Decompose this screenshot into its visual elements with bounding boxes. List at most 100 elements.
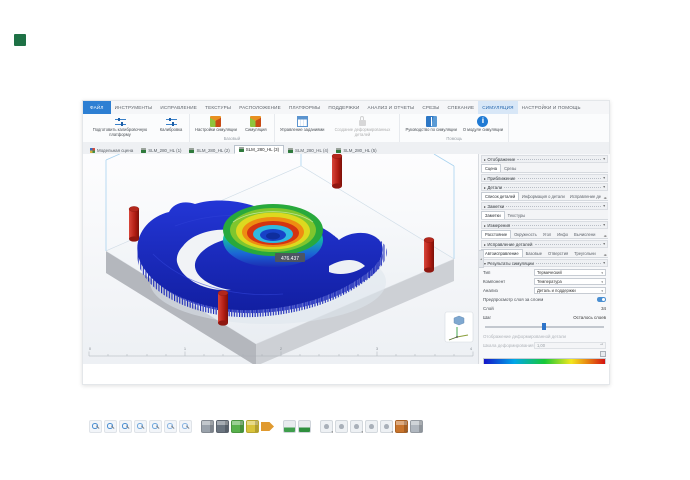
chevron-down-icon[interactable]: ▾ bbox=[603, 223, 605, 227]
panel-tab[interactable]: Окружность bbox=[511, 231, 540, 238]
simulation-guide-button[interactable]: Руководство по симуляции bbox=[402, 115, 459, 136]
orientation-triad[interactable] bbox=[444, 311, 474, 343]
tag-icon[interactable] bbox=[261, 421, 274, 432]
panel-tab[interactable]: Заметки bbox=[481, 211, 505, 219]
toolbar-gap[interactable] bbox=[194, 420, 199, 433]
analysis-select[interactable]: Деталь и поддержки ▾ bbox=[534, 287, 606, 295]
scene-tab[interactable]: SLM_280_HL (5) bbox=[332, 147, 380, 154]
ribbon-tab[interactable]: АНАЛИЗ И ОТЧЕТЫ bbox=[363, 101, 418, 114]
compensation-icon[interactable] bbox=[410, 420, 423, 433]
panel-tab[interactable]: Список деталей bbox=[481, 192, 519, 200]
create-deformed-parts-button[interactable]: Создание деформированных деталей bbox=[327, 115, 397, 137]
marking-yellow-icon[interactable] bbox=[246, 420, 259, 433]
scene-tab[interactable]: SLM_280_HL (4) bbox=[284, 147, 332, 154]
ribbon-tab[interactable]: ФАЙЛ bbox=[83, 101, 111, 114]
ribbon-tab[interactable]: ИСПРАВЛЕНИЕ bbox=[156, 101, 201, 114]
part-rotate-icon[interactable] bbox=[365, 420, 378, 433]
part-orientation-icon[interactable] bbox=[335, 420, 348, 433]
ribbon-tab[interactable]: НАСТРОЙКИ И ПОМОЩЬ bbox=[518, 101, 585, 114]
chevron-down-icon[interactable]: ▾ bbox=[603, 261, 605, 265]
section-notes[interactable]: Заметки ▾ bbox=[481, 202, 608, 210]
panel-tab[interactable]: Информация о детали bbox=[519, 193, 567, 200]
ribbon-tab[interactable]: ИНСТРУМЕНТЫ bbox=[111, 101, 157, 114]
spinner-arrows-icon[interactable]: ▴▾ bbox=[600, 343, 603, 346]
panel-tab[interactable]: Расстояние bbox=[481, 230, 512, 238]
zoom-in-icon[interactable] bbox=[104, 420, 117, 433]
panel-tab[interactable]: Инфо bbox=[554, 231, 571, 238]
section-display[interactable]: Отображение ▾ bbox=[481, 155, 608, 163]
zoom-window-icon[interactable] bbox=[134, 420, 147, 433]
slice-preview-icon[interactable] bbox=[395, 420, 408, 433]
ribbon-tab[interactable]: ПЛАТФОРМЫ bbox=[285, 101, 324, 114]
part-scale-icon[interactable] bbox=[380, 420, 393, 433]
ribbon-tab[interactable]: СРЕЗЫ bbox=[418, 101, 443, 114]
part-translate-icon[interactable] bbox=[350, 420, 363, 433]
panel-tab[interactable]: Сцена bbox=[481, 164, 502, 172]
part-list-icon[interactable] bbox=[320, 420, 333, 433]
section-fix[interactable]: Исправление деталей ▾ bbox=[481, 240, 608, 248]
deformation-scale-input[interactable]: 1,00 ▴▾ bbox=[534, 341, 606, 349]
section-simulation-results[interactable]: Результаты симуляции ▾ bbox=[481, 259, 608, 267]
panel-collapse-handle[interactable]: ◂ bbox=[479, 250, 484, 268]
chevron-down-icon[interactable]: ▾ bbox=[603, 176, 605, 180]
panel-tab[interactable]: Базовые bbox=[523, 250, 545, 257]
toolbar-gap[interactable] bbox=[313, 420, 318, 433]
job-management-button[interactable]: Управление заданиями bbox=[277, 115, 328, 137]
prepare-calibration-platform-button[interactable]: Подготовить калибровочную платформу bbox=[85, 115, 155, 137]
panel-tab[interactable]: Отверстия bbox=[545, 250, 571, 257]
legend-options-icon[interactable] bbox=[600, 351, 606, 358]
marking-green-icon[interactable] bbox=[231, 420, 244, 433]
layer-slider[interactable] bbox=[485, 323, 604, 331]
panel-tab[interactable]: Угол bbox=[540, 231, 554, 238]
pan-icon[interactable] bbox=[164, 420, 177, 433]
section-zoom[interactable]: Приближение ▾ bbox=[481, 174, 608, 182]
chevron-down-icon[interactable]: ▾ bbox=[603, 204, 605, 208]
layer-slider-handle[interactable] bbox=[542, 323, 547, 331]
ribbon-tab[interactable]: СПЕКАНИЕ bbox=[444, 101, 479, 114]
tab-scroll-arrows[interactable]: ◂▸ bbox=[604, 234, 608, 238]
rotate-view-icon[interactable] bbox=[179, 420, 192, 433]
view-cube-icon[interactable] bbox=[201, 420, 214, 433]
ribbon-tab[interactable]: РАСПОЛОЖЕНИЕ bbox=[235, 101, 285, 114]
panel-tab[interactable]: Автоисправление bbox=[481, 249, 523, 257]
layer-value[interactable]: 34 bbox=[601, 306, 606, 311]
viewport[interactable]: 476.437 0 1 2 3 4 bbox=[83, 154, 478, 364]
ribbon-tab[interactable]: СИМУЛЯЦИЯ bbox=[478, 101, 518, 114]
scene-tab-icon bbox=[141, 148, 147, 153]
scene-tab[interactable]: Модельная сцена bbox=[86, 147, 137, 154]
chevron-down-icon[interactable]: ▾ bbox=[603, 242, 605, 246]
section-measurements[interactable]: Измерения ▾ bbox=[481, 221, 608, 229]
tab-scroll-arrows[interactable]: ◂▸ bbox=[604, 196, 608, 200]
section-parts[interactable]: Детали ▾ bbox=[481, 183, 608, 191]
panel-tab[interactable]: Вычислени bbox=[571, 231, 598, 238]
viewport-canvas[interactable]: 476.437 0 1 2 3 4 bbox=[83, 154, 478, 364]
scene-tab[interactable]: SLM_280_HL (3) bbox=[233, 145, 285, 154]
chevron-down-icon[interactable]: ▾ bbox=[603, 157, 605, 161]
type-select[interactable]: Термический ▾ bbox=[534, 269, 606, 277]
panel-tab[interactable]: Треугольни bbox=[571, 250, 598, 257]
panel-tab[interactable]: Исправление де bbox=[567, 193, 604, 200]
simulation-button[interactable]: Симуляция bbox=[240, 115, 272, 136]
simulation-settings-button[interactable]: Настройки симуляции bbox=[192, 115, 240, 136]
layer-preview-toggle[interactable] bbox=[597, 297, 606, 302]
scene-tab[interactable]: SLM_280_HL (1) bbox=[137, 147, 185, 154]
platform-scene-icon[interactable] bbox=[283, 420, 296, 433]
ribbon-tab[interactable]: ПОДДЕРЖКИ bbox=[324, 101, 363, 114]
toolbar-gap[interactable] bbox=[276, 420, 281, 433]
parts-tabs: ◂▸ Список деталей Информация о детали Испр… bbox=[481, 191, 608, 201]
panel-tab[interactable]: Текстуры bbox=[505, 212, 529, 219]
calibration-button[interactable]: Калибровка bbox=[155, 115, 187, 137]
about-simulation-button[interactable]: О модуле симуляции bbox=[460, 115, 506, 136]
scene-tab[interactable]: SLM_280_HL (2) bbox=[185, 147, 233, 154]
panel-tab[interactable]: Срезы bbox=[501, 165, 519, 172]
simulation-results-form: Тип Термический ▾ Компонент Температура … bbox=[479, 267, 610, 364]
supports-preview-icon[interactable] bbox=[298, 420, 311, 433]
zoom-out-icon[interactable] bbox=[119, 420, 132, 433]
chevron-down-icon[interactable]: ▾ bbox=[603, 185, 605, 189]
tab-scroll-arrows[interactable]: ◂▸ bbox=[604, 253, 608, 257]
render-mode-icon[interactable] bbox=[216, 420, 229, 433]
zoom-selection-icon[interactable] bbox=[149, 420, 162, 433]
component-select[interactable]: Температура ▾ bbox=[534, 278, 606, 286]
ribbon-tab[interactable]: ТЕКСТУРЫ bbox=[201, 101, 235, 114]
zoom-fit-icon[interactable] bbox=[89, 420, 102, 433]
